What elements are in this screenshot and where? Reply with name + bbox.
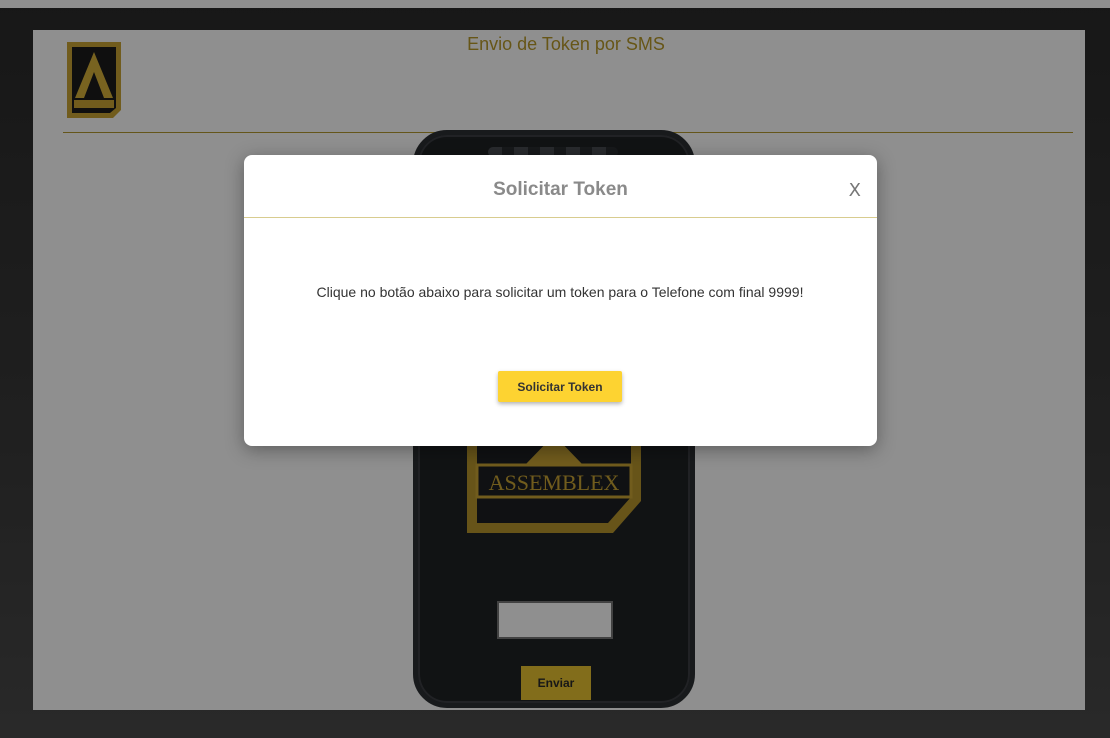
modal-divider — [244, 217, 877, 218]
modal-message: Clique no botão abaixo para solicitar um… — [316, 284, 804, 300]
close-icon[interactable]: X — [849, 180, 861, 201]
modal-title: Solicitar Token — [493, 179, 628, 200]
request-token-modal: Solicitar Token X Clique no botão abaixo… — [244, 155, 877, 446]
request-token-button[interactable]: Solicitar Token — [498, 371, 622, 402]
